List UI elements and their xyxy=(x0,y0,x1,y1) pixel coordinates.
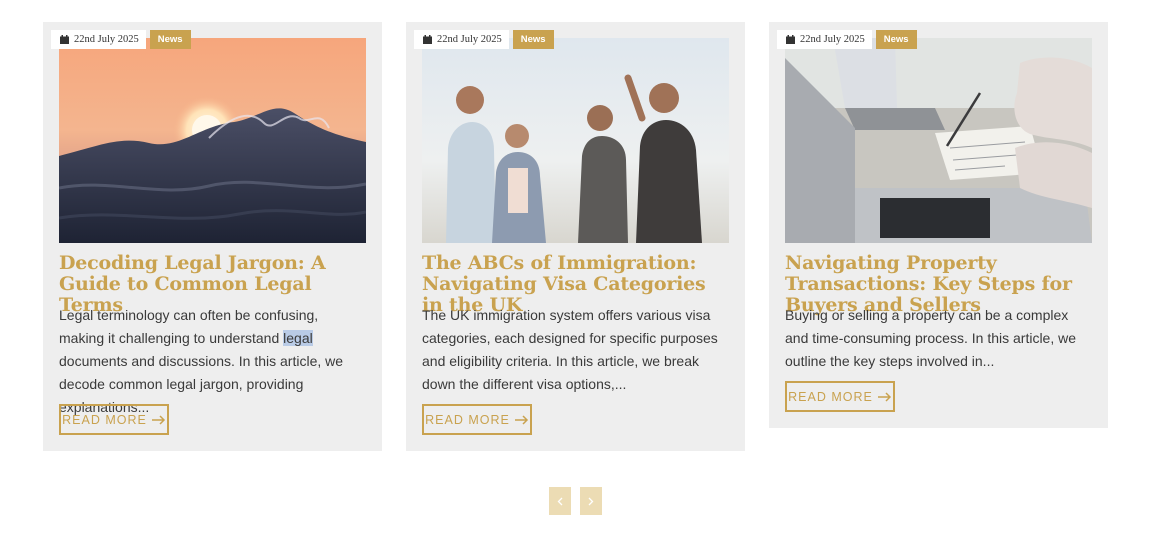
calendar-icon xyxy=(423,35,432,44)
chevron-left-icon xyxy=(557,497,563,505)
post-card: 22nd July 2025 News xyxy=(769,22,1108,428)
read-more-button[interactable]: READ MORE xyxy=(59,404,169,435)
next-page-button[interactable] xyxy=(580,487,602,515)
post-card: 22nd July 2025 News xyxy=(406,22,745,451)
read-more-button[interactable]: READ MORE xyxy=(422,404,532,435)
post-date: 22nd July 2025 xyxy=(437,34,502,45)
category-badge[interactable]: News xyxy=(149,30,191,49)
category-badge[interactable]: News xyxy=(512,30,554,49)
pagination xyxy=(549,487,602,515)
post-meta: 22nd July 2025 News xyxy=(414,30,554,49)
date-tag: 22nd July 2025 xyxy=(51,30,146,49)
arrow-right-icon xyxy=(877,391,892,402)
calendar-icon xyxy=(60,35,69,44)
excerpt-text: Legal terminology can often be confusing… xyxy=(59,307,319,346)
post-card: 22nd July 2025 News xyxy=(43,22,382,451)
post-excerpt: The UK immigration system offers various… xyxy=(422,307,718,392)
post-image-friends[interactable] xyxy=(422,38,729,243)
date-tag: 22nd July 2025 xyxy=(777,30,872,49)
post-grid: 22nd July 2025 News Decoding Legal Jargo… xyxy=(43,22,1109,452)
category-badge[interactable]: News xyxy=(875,30,917,49)
post-meta: 22nd July 2025 News xyxy=(777,30,917,49)
date-tag: 22nd July 2025 xyxy=(414,30,509,49)
arrow-right-icon xyxy=(151,414,166,425)
post-meta: 22nd July 2025 News xyxy=(51,30,191,49)
calendar-icon xyxy=(786,35,795,44)
prev-page-button[interactable] xyxy=(549,487,571,515)
post-excerpt: Legal terminology can often be confusing… xyxy=(59,304,359,419)
read-more-button[interactable]: READ MORE xyxy=(785,381,895,412)
post-excerpt: Buying or selling a property can be a co… xyxy=(785,307,1077,369)
selected-text: legal xyxy=(283,330,313,346)
arrow-right-icon xyxy=(514,414,529,425)
read-more-label: READ MORE xyxy=(425,412,510,427)
post-date: 22nd July 2025 xyxy=(74,34,139,45)
read-more-label: READ MORE xyxy=(788,389,873,404)
post-image-sunset-ocean[interactable] xyxy=(59,38,366,243)
read-more-label: READ MORE xyxy=(62,412,147,427)
chevron-right-icon xyxy=(588,497,594,505)
post-image-laptops[interactable] xyxy=(785,38,1092,243)
post-date: 22nd July 2025 xyxy=(800,34,865,45)
